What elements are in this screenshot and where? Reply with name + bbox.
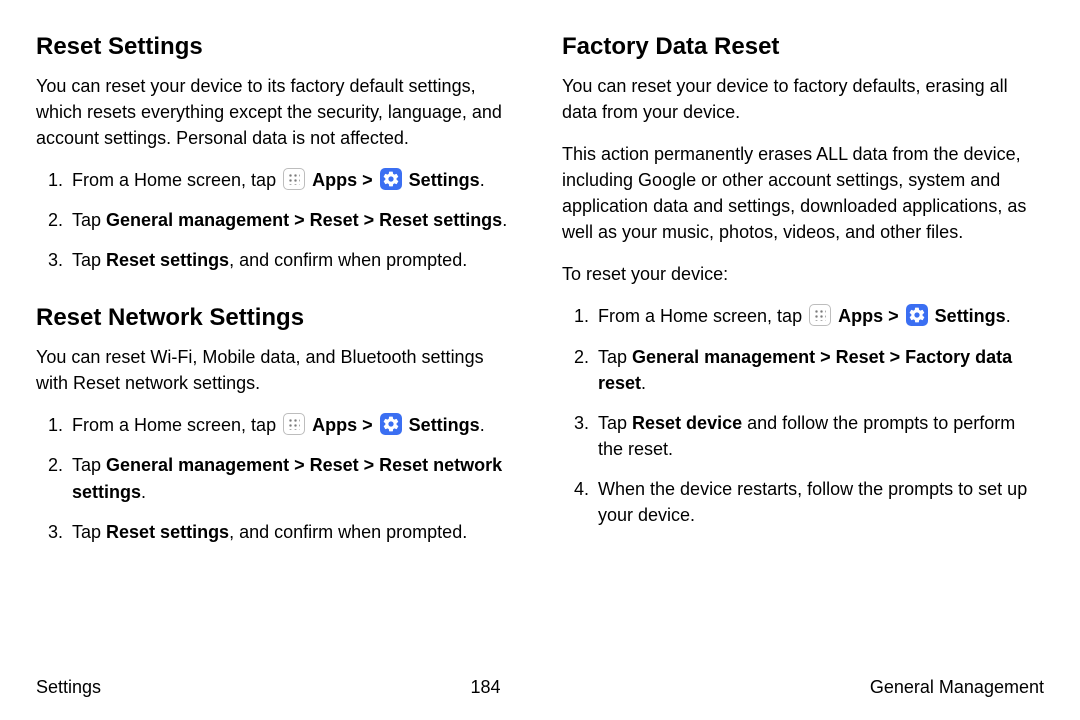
chevron-icon: > [362, 170, 373, 190]
apps-icon [283, 168, 305, 190]
bold-action: Reset settings [106, 250, 229, 270]
text: , and confirm when prompted. [229, 250, 467, 270]
settings-label: Settings [409, 170, 480, 190]
step: Tap General management > Reset > Factory… [594, 344, 1044, 396]
lead-to-reset: To reset your device: [562, 261, 1044, 287]
settings-label: Settings [935, 306, 1006, 326]
step: From a Home screen, tap Apps > Settings. [594, 303, 1044, 329]
step: Tap Reset settings, and confirm when pro… [68, 519, 518, 545]
bold-path: General management > Reset > Reset setti… [106, 210, 502, 230]
step: From a Home screen, tap Apps > Settings. [68, 167, 518, 193]
text: Tap [72, 210, 106, 230]
left-column: Reset Settings You can reset your device… [36, 30, 518, 559]
apps-label: Apps [312, 415, 357, 435]
page-footer: Settings 184 General Management [36, 674, 1044, 700]
text: Tap [72, 250, 106, 270]
text: Tap [72, 522, 106, 542]
apps-icon [283, 413, 305, 435]
text: From a Home screen, tap [598, 306, 802, 326]
apps-icon [809, 304, 831, 326]
settings-icon [380, 168, 402, 190]
text: Tap [72, 455, 106, 475]
footer-right: General Management [870, 674, 1044, 700]
settings-icon [380, 413, 402, 435]
intro-factory-reset-1: You can reset your device to factory def… [562, 73, 1044, 125]
chevron-icon: > [888, 306, 899, 326]
intro-reset-settings: You can reset your device to its factory… [36, 73, 518, 151]
bold-action: Reset settings [106, 522, 229, 542]
intro-reset-network: You can reset Wi-Fi, Mobile data, and Bl… [36, 344, 518, 396]
settings-icon [906, 304, 928, 326]
text: From a Home screen, tap [72, 170, 276, 190]
intro-factory-reset-2: This action permanently erases ALL data … [562, 141, 1044, 245]
steps-factory-reset: From a Home screen, tap Apps > Settings.… [562, 303, 1044, 528]
bold-path: General management > Reset > Reset netwo… [72, 455, 502, 501]
step: Tap Reset settings, and confirm when pro… [68, 247, 518, 273]
step: Tap Reset device and follow the prompts … [594, 410, 1044, 462]
apps-label: Apps [838, 306, 883, 326]
text: Tap [598, 413, 632, 433]
right-column: Factory Data Reset You can reset your de… [562, 30, 1044, 559]
heading-reset-settings: Reset Settings [36, 30, 518, 65]
settings-label: Settings [409, 415, 480, 435]
bold-action: Reset device [632, 413, 742, 433]
steps-reset-settings: From a Home screen, tap Apps > Settings.… [36, 167, 518, 273]
step: Tap General management > Reset > Reset s… [68, 207, 518, 233]
apps-label: Apps [312, 170, 357, 190]
chevron-icon: > [362, 415, 373, 435]
text: Tap [598, 347, 632, 367]
step: Tap General management > Reset > Reset n… [68, 452, 518, 504]
step: When the device restarts, follow the pro… [594, 476, 1044, 528]
text: , and confirm when prompted. [229, 522, 467, 542]
steps-reset-network: From a Home screen, tap Apps > Settings.… [36, 412, 518, 544]
text: When the device restarts, follow the pro… [598, 479, 1027, 525]
text: From a Home screen, tap [72, 415, 276, 435]
heading-factory-reset: Factory Data Reset [562, 30, 1044, 65]
heading-reset-network: Reset Network Settings [36, 301, 518, 336]
content-columns: Reset Settings You can reset your device… [36, 30, 1044, 559]
footer-left: Settings [36, 674, 101, 700]
footer-page-number: 184 [470, 674, 500, 700]
bold-path: General management > Reset > Factory dat… [598, 347, 1012, 393]
step: From a Home screen, tap Apps > Settings. [68, 412, 518, 438]
